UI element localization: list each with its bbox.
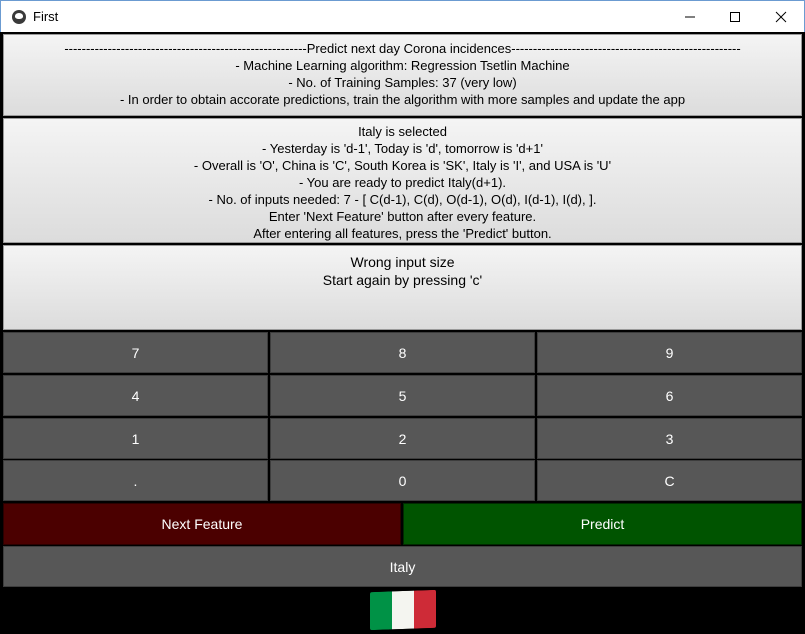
info-advice-line: - In order to obtain accorate prediction… [119, 92, 686, 107]
key-0[interactable]: 0 [270, 460, 535, 501]
instruction-line: - Overall is 'O', China is 'C', South Ko… [193, 158, 612, 173]
key-9[interactable]: 9 [537, 332, 802, 373]
key-7[interactable]: 7 [3, 332, 268, 373]
country-select-button[interactable]: Italy [3, 546, 802, 587]
key-5[interactable]: 5 [270, 375, 535, 416]
key-8[interactable]: 8 [270, 332, 535, 373]
instructions-panel: Italy is selected - Yesterday is 'd-1', … [3, 118, 802, 243]
key-4[interactable]: 4 [3, 375, 268, 416]
minimize-icon [685, 16, 695, 17]
flag-red-stripe [414, 589, 436, 629]
info-algorithm-line: - Machine Learning algorithm: Regression… [235, 58, 570, 73]
key-2[interactable]: 2 [270, 418, 535, 459]
info-panel: ----------------------------------------… [3, 34, 802, 116]
status-panel: Wrong input size Start again by pressing… [3, 245, 802, 330]
key-decimal[interactable]: . [3, 460, 268, 501]
info-samples-line: - No. of Training Samples: 37 (very low) [288, 75, 517, 90]
maximize-icon [730, 11, 740, 22]
window-titlebar: First [0, 0, 805, 32]
kivy-icon [12, 10, 26, 24]
window-title: First [33, 9, 59, 24]
instruction-line: - Yesterday is 'd-1', Today is 'd', tomo… [262, 141, 543, 156]
key-1[interactable]: 1 [3, 418, 268, 459]
instruction-line: After entering all features, press the '… [253, 226, 552, 241]
status-hint: Start again by pressing 'c' [322, 272, 483, 288]
flag-green-stripe [370, 591, 392, 631]
predict-button[interactable]: Predict [403, 503, 802, 545]
flag-area [1, 588, 804, 633]
instruction-line: - No. of inputs needed: 7 - [ C(d-1), C(… [208, 192, 597, 207]
close-button[interactable] [758, 1, 804, 32]
minimize-button[interactable] [667, 1, 713, 32]
close-icon [775, 11, 787, 22]
instruction-line: - You are ready to predict Italy(d+1). [298, 175, 507, 190]
key-6[interactable]: 6 [537, 375, 802, 416]
key-3[interactable]: 3 [537, 418, 802, 459]
maximize-button[interactable] [712, 1, 758, 32]
flag-white-stripe [392, 590, 414, 630]
app-client-area: ----------------------------------------… [1, 32, 804, 633]
status-message: Wrong input size [350, 254, 455, 270]
instruction-line: Italy is selected [358, 124, 447, 139]
instruction-line: Enter 'Next Feature' button after every … [268, 209, 537, 224]
next-feature-button[interactable]: Next Feature [3, 503, 401, 545]
italy-flag-icon [370, 589, 436, 631]
key-clear[interactable]: C [537, 460, 802, 501]
info-header-line: ----------------------------------------… [64, 41, 741, 56]
